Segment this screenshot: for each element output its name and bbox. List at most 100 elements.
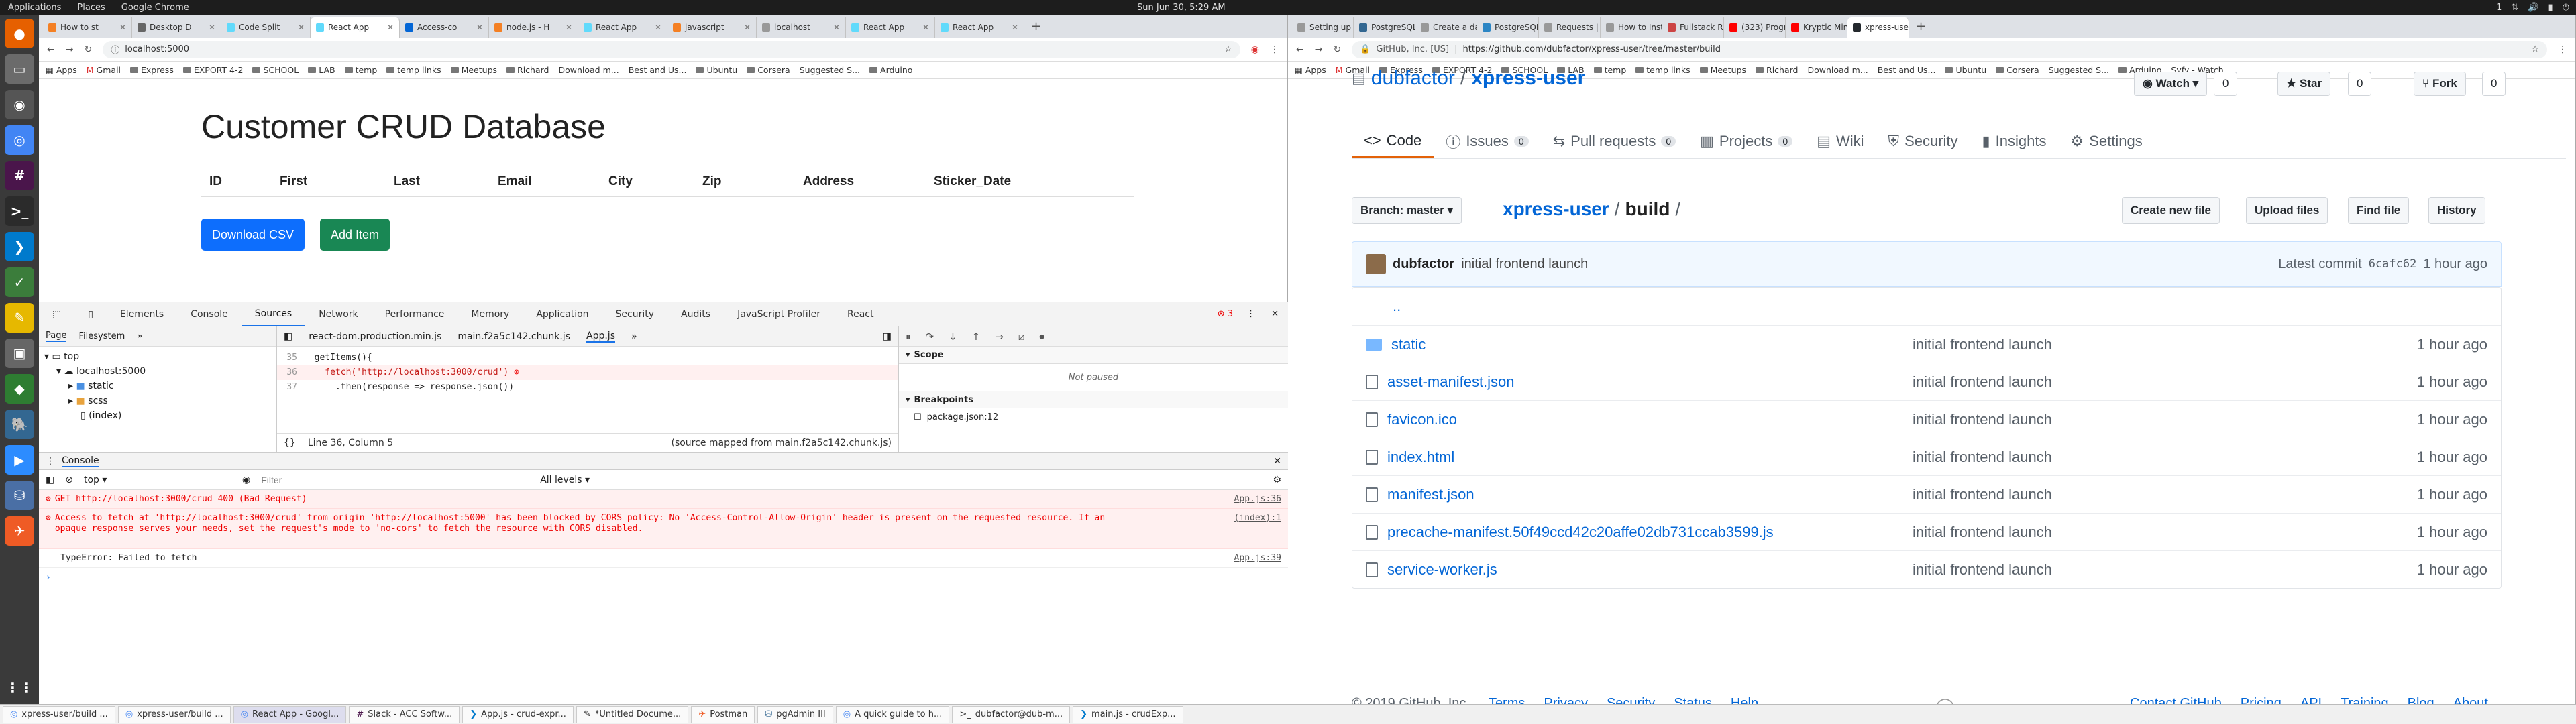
tree-item[interactable]: ▸ ■ scss	[44, 394, 271, 408]
breakpoints-section[interactable]: ▾ Breakpoints	[899, 391, 1288, 408]
tab-insights[interactable]: ▮ Insights	[1970, 125, 2059, 158]
close-icon[interactable]: ✕	[1012, 23, 1018, 32]
deactivate-breakpoints-icon[interactable]: ⧄	[1018, 330, 1025, 343]
left-tab-active[interactable]: React App ✕	[311, 17, 400, 38]
right-address-bar[interactable]: 🔒 GitHub, Inc. [US] | https://github.com…	[1352, 40, 2547, 58]
right-tab[interactable]: (323) Program	[1724, 17, 1786, 38]
step-icon[interactable]: →	[995, 330, 1004, 343]
bookmark-folder[interactable]: EXPORT 4-2	[182, 65, 243, 75]
tree-item[interactable]: ▾ ▭ top	[44, 349, 271, 364]
tab-audits[interactable]: Audits	[667, 302, 724, 326]
source-map-link[interactable]: (source mapped from main.f2a5c142.chunk.…	[671, 438, 892, 448]
toggle-debugger-icon[interactable]: ◨	[883, 331, 892, 342]
bookmark-folder[interactable]: Meetups	[1699, 65, 1746, 75]
back-icon[interactable]: ←	[47, 44, 55, 55]
step-over-icon[interactable]: ↷	[926, 330, 934, 343]
clock[interactable]: Sun Jun 30, 5:29 AM	[1137, 3, 1226, 13]
tab-security[interactable]: ⛨ Security	[1876, 125, 1970, 158]
left-tab[interactable]: React App ✕	[578, 17, 667, 38]
parent-dir-row[interactable]: ..	[1352, 288, 2501, 325]
screenshot-icon[interactable]: ▣	[5, 339, 34, 368]
file-link[interactable]: index.html	[1387, 448, 1454, 466]
file-commit-message[interactable]: initial frontend launch	[1913, 373, 2417, 391]
bookmark-folder[interactable]: Meetups	[450, 65, 497, 75]
tab-page[interactable]: Page	[46, 330, 67, 342]
close-icon[interactable]: ✕	[744, 23, 751, 32]
file-commit-message[interactable]: initial frontend launch	[1913, 448, 2417, 466]
star-count[interactable]: 0	[2348, 72, 2372, 96]
taskbar-item[interactable]: ❯ App.js - crud-expr...	[462, 705, 574, 723]
close-icon[interactable]: ✕	[209, 23, 215, 32]
tab-projects[interactable]: ▥ Projects 0	[1688, 125, 1805, 158]
more-tabs-icon[interactable]: »	[631, 331, 637, 342]
show-apps-icon[interactable]: ⋮⋮	[5, 673, 34, 703]
repo-owner-link[interactable]: dubfactor	[1371, 67, 1455, 90]
context-selector[interactable]: top ▾	[84, 474, 231, 485]
postman-icon[interactable]: ✈	[5, 516, 34, 546]
bookmark-star-icon[interactable]: ☆	[2531, 44, 2539, 54]
tab-elements[interactable]: Elements	[107, 302, 177, 326]
tab-react[interactable]: React	[834, 302, 887, 326]
left-address-bar[interactable]: ⓘ localhost:5000 ☆	[103, 40, 1240, 58]
branch-selector[interactable]: Branch: master ▾	[1352, 197, 1462, 224]
taskbar-item[interactable]: ◎ xpress-user/build ...	[3, 705, 115, 723]
tab-pull-requests[interactable]: ⇆ Pull requests 0	[1541, 125, 1688, 158]
close-icon[interactable]: ✕	[119, 23, 126, 32]
right-tab[interactable]: Kryptic Minds	[1786, 17, 1847, 38]
left-tab[interactable]: localhost ✕	[757, 17, 846, 38]
volume-icon[interactable]: 🔊	[2528, 3, 2538, 13]
file-link[interactable]: service-worker.js	[1387, 561, 1497, 579]
taskbar-item[interactable]: ◎ A quick guide to h...	[835, 705, 950, 723]
right-tab[interactable]: PostgreSQL: D	[1354, 17, 1415, 38]
taskbar-item[interactable]: ◎ xpress-user/build ...	[117, 705, 231, 723]
right-tab-active[interactable]: xpress-user/b	[1847, 17, 1909, 38]
breakpoint-item[interactable]: ☐ package.json:12	[899, 408, 1288, 426]
reload-icon[interactable]: ↻	[1333, 44, 1341, 55]
watch-button[interactable]: ◉ Watch ▾	[2134, 72, 2208, 96]
bookmark-gmail[interactable]: M Gmail	[87, 65, 121, 75]
file-row[interactable]: precache-manifest.50f49ccd42c20affe02db7…	[1352, 513, 2501, 550]
bookmark-folder[interactable]: Arduino	[869, 65, 912, 75]
forward-icon[interactable]: →	[66, 44, 74, 55]
left-tab[interactable]: Desktop D ✕	[132, 17, 221, 38]
upload-files-button[interactable]: Upload files	[2246, 197, 2328, 224]
tab-settings[interactable]: ⚙ Settings	[2058, 125, 2154, 158]
pretty-print-icon[interactable]: {}	[284, 438, 296, 448]
bookmark-link[interactable]: Suggested S...	[800, 65, 860, 75]
taskbar-item[interactable]: ✎ *Untitled Docume...	[576, 705, 689, 723]
new-tab-icon[interactable]: +	[1909, 19, 1933, 38]
toggle-navigator-icon[interactable]: ◧	[284, 331, 292, 342]
repo-name-link[interactable]: xpress-user	[1471, 67, 1585, 90]
tab-memory[interactable]: Memory	[458, 302, 523, 326]
tab-sources[interactable]: Sources	[241, 302, 306, 326]
history-button[interactable]: History	[2428, 197, 2485, 224]
file-commit-message[interactable]: initial frontend launch	[1913, 524, 2417, 541]
log-levels-dropdown[interactable]: All levels ▾	[540, 475, 590, 485]
left-tab[interactable]: Access-co ✕	[400, 17, 489, 38]
close-icon[interactable]: ✕	[1262, 309, 1288, 319]
menu-dots-icon[interactable]: ⋮	[2558, 44, 2567, 55]
file-commit-message[interactable]: initial frontend launch	[1913, 411, 2417, 428]
inspect-element-icon[interactable]: ⬚	[39, 302, 74, 326]
battery-icon[interactable]: ▮	[2548, 3, 2553, 13]
scope-section[interactable]: ▾ Scope	[899, 347, 1288, 364]
left-tab[interactable]: How to st ✕	[43, 17, 132, 38]
left-tab[interactable]: javascript ✕	[667, 17, 757, 38]
parent-dir-link[interactable]: ..	[1393, 298, 1401, 315]
bookmark-link[interactable]: Download m...	[558, 65, 619, 75]
file-link[interactable]: favicon.ico	[1387, 411, 1457, 428]
bookmark-folder[interactable]: Corsera	[1996, 65, 2039, 75]
tree-item[interactable]: ▯ (index)	[44, 408, 271, 423]
star-button[interactable]: ★ Star	[2277, 72, 2331, 96]
close-icon[interactable]: ✕	[922, 23, 929, 32]
console-drawer-tab[interactable]: Console	[62, 455, 99, 467]
bookmark-folder[interactable]: temp links	[386, 65, 441, 75]
tree-item[interactable]: ▾ ☁ localhost:5000	[44, 364, 271, 379]
commit-message-link[interactable]: initial frontend launch	[1461, 257, 1588, 272]
file-row[interactable]: index.html initial frontend launch 1 hour …	[1352, 438, 2501, 475]
commit-sha-link[interactable]: 6cafc62	[2369, 257, 2417, 271]
checkmark-app-icon[interactable]: ✓	[5, 267, 34, 297]
bookmark-folder[interactable]: Corsera	[747, 65, 790, 75]
file-commit-message[interactable]: initial frontend launch	[1913, 486, 2417, 503]
network-icon[interactable]: ⇅	[2511, 3, 2518, 13]
